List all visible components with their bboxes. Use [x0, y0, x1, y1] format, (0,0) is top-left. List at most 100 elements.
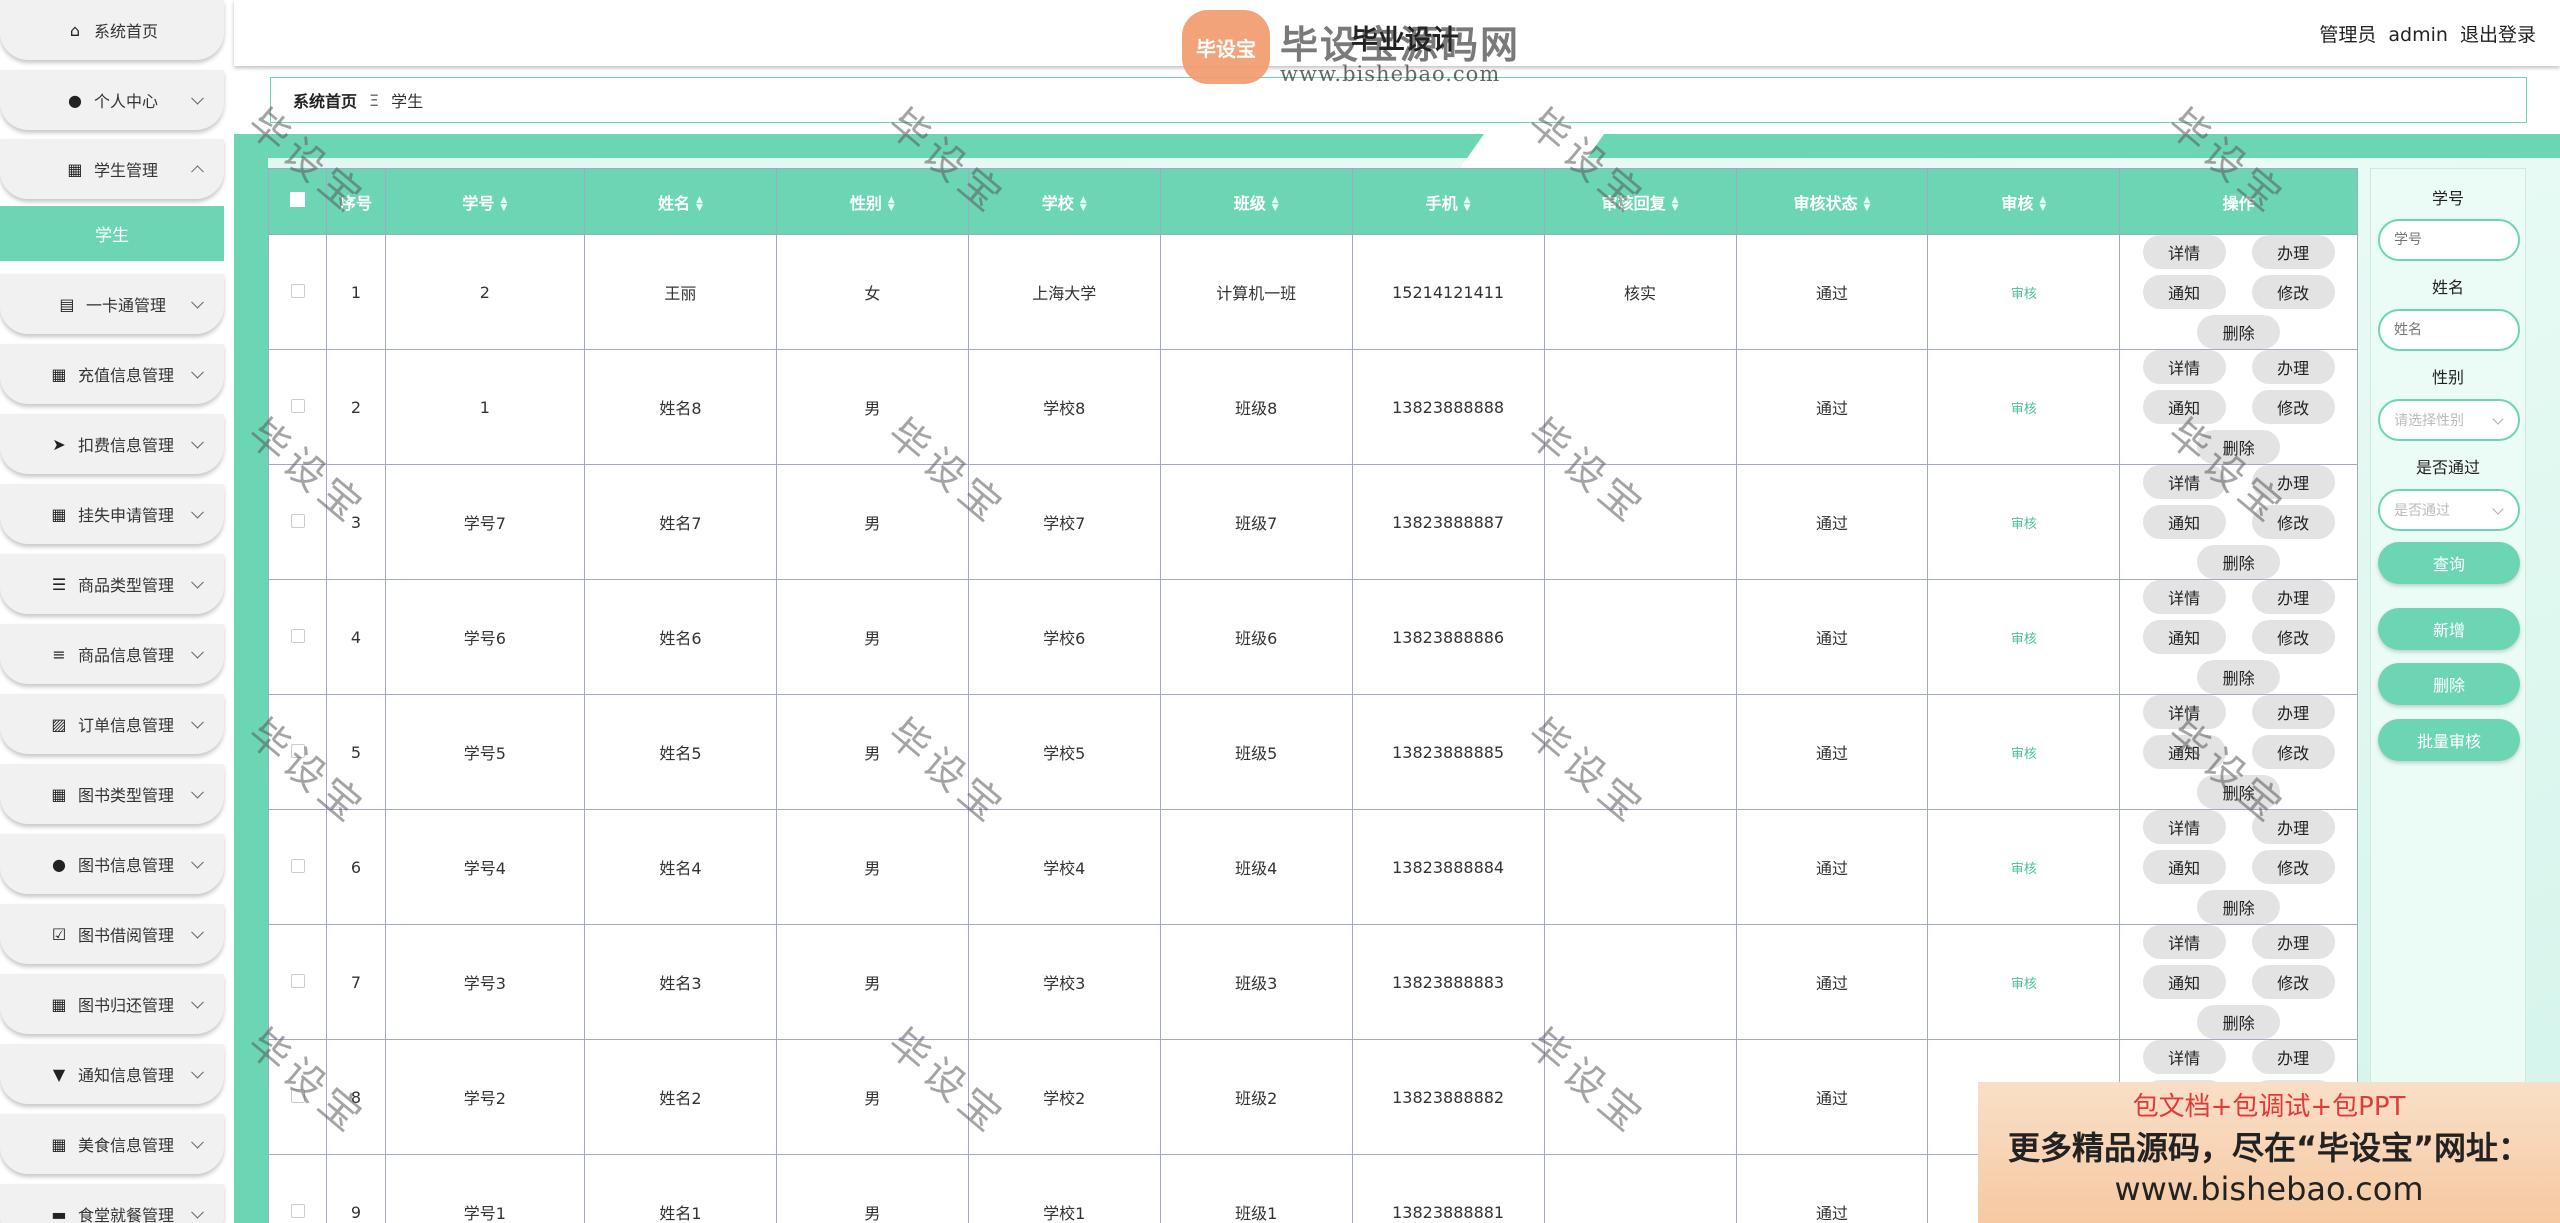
gender-select[interactable]: 请选择性别 — [2378, 399, 2520, 441]
sort-icon[interactable]: ▲ ▼ — [1272, 196, 1279, 213]
column-header-3[interactable]: 姓名 ▲ ▼ — [583, 168, 777, 235]
row-checkbox[interactable] — [290, 628, 305, 643]
row-checkbox-cell[interactable] — [267, 1039, 328, 1155]
audit-link[interactable]: 审核 — [2011, 977, 2037, 992]
row-checkbox[interactable] — [290, 513, 305, 528]
sidebar-item-6[interactable]: ➤ 扣费信息管理 — [0, 414, 224, 474]
row-checkbox[interactable] — [290, 1088, 305, 1103]
delete-row-button[interactable]: 删除 — [2197, 1005, 2281, 1039]
delete-row-button[interactable]: 删除 — [2197, 890, 2281, 924]
column-header-6[interactable]: 班级 ▲ ▼ — [1159, 168, 1353, 235]
edit-button[interactable]: 修改 — [2251, 965, 2335, 999]
handle-button[interactable]: 办理 — [2251, 235, 2335, 269]
row-checkbox[interactable] — [290, 858, 305, 873]
add-button[interactable]: 新增 — [2378, 608, 2520, 650]
handle-button[interactable]: 办理 — [2251, 580, 2335, 614]
sort-icon[interactable]: ▲ ▼ — [1864, 196, 1871, 213]
edit-button[interactable]: 修改 — [2251, 275, 2335, 309]
batch-audit-button[interactable]: 批量审核 — [2378, 719, 2520, 761]
detail-button[interactable]: 详情 — [2142, 1040, 2226, 1074]
delete-row-button[interactable]: 删除 — [2197, 430, 2281, 464]
sidebar-item-1[interactable]: ⌂ 系统首页 — [0, 0, 224, 60]
row-checkbox[interactable] — [290, 1203, 305, 1218]
notify-button[interactable]: 通知 — [2142, 620, 2226, 654]
detail-button[interactable]: 详情 — [2142, 695, 2226, 729]
edit-button[interactable]: 修改 — [2251, 505, 2335, 539]
sidebar-item-15[interactable]: ▼ 通知信息管理 — [0, 1044, 224, 1104]
edit-button[interactable]: 修改 — [2251, 735, 2335, 769]
sid-input[interactable] — [2378, 219, 2520, 261]
sidebar-item-5[interactable]: ▦ 充值信息管理 — [0, 344, 224, 404]
row-checkbox-cell[interactable] — [267, 694, 328, 810]
sort-icon[interactable]: ▲ ▼ — [2039, 196, 2046, 213]
detail-button[interactable]: 详情 — [2142, 810, 2226, 844]
sidebar-item-14[interactable]: ▦ 图书归还管理 — [0, 974, 224, 1034]
sidebar-item-17[interactable]: ▬ 食堂就餐管理 — [0, 1184, 224, 1223]
row-checkbox-cell[interactable] — [267, 579, 328, 695]
notify-button[interactable]: 通知 — [2142, 735, 2226, 769]
row-checkbox-cell[interactable] — [267, 924, 328, 1040]
sidebar-item-4[interactable]: ▤ 一卡通管理 — [0, 274, 224, 334]
notify-button[interactable]: 通知 — [2142, 275, 2226, 309]
delete-row-button[interactable]: 删除 — [2197, 775, 2281, 809]
logout-link[interactable]: 退出登录 — [2460, 24, 2536, 46]
audit-link[interactable]: 审核 — [2011, 402, 2037, 417]
pass-select[interactable]: 是否通过 — [2378, 489, 2520, 531]
audit-link[interactable]: 审核 — [2011, 862, 2037, 877]
sidebar-item-13[interactable]: ☑ 图书借阅管理 — [0, 904, 224, 964]
detail-button[interactable]: 详情 — [2142, 465, 2226, 499]
row-checkbox[interactable] — [290, 743, 305, 758]
audit-link[interactable]: 审核 — [2011, 287, 2037, 302]
sort-icon[interactable]: ▲ ▼ — [500, 196, 507, 213]
sort-icon[interactable]: ▲ ▼ — [1464, 196, 1471, 213]
row-checkbox-cell[interactable] — [267, 464, 328, 580]
audit-link[interactable]: 审核 — [2011, 632, 2037, 647]
name-input[interactable] — [2378, 309, 2520, 351]
handle-button[interactable]: 办理 — [2251, 810, 2335, 844]
edit-button[interactable]: 修改 — [2251, 390, 2335, 424]
select-all-checkbox[interactable] — [290, 192, 306, 207]
sidebar-item-9[interactable]: ≡ 商品信息管理 — [0, 624, 224, 684]
handle-button[interactable]: 办理 — [2251, 465, 2335, 499]
column-header-7[interactable]: 手机 ▲ ▼ — [1351, 168, 1545, 235]
select-all-checkbox-cell[interactable] — [267, 168, 328, 235]
sidebar-subitem-student[interactable]: 学生 — [0, 206, 224, 261]
sidebar-item-16[interactable]: ▦ 美食信息管理 — [0, 1114, 224, 1174]
sidebar-item-2[interactable]: ● 个人中心 — [0, 70, 224, 130]
detail-button[interactable]: 详情 — [2142, 580, 2226, 614]
breadcrumb-home[interactable]: 系统首页 — [293, 88, 357, 112]
audit-link[interactable]: 审核 — [2011, 747, 2037, 762]
row-checkbox[interactable] — [290, 283, 305, 298]
edit-button[interactable]: 修改 — [2251, 850, 2335, 884]
delete-row-button[interactable]: 删除 — [2197, 660, 2281, 694]
row-checkbox-cell[interactable] — [267, 809, 328, 925]
sort-icon[interactable]: ▲ ▼ — [696, 196, 703, 213]
delete-row-button[interactable]: 删除 — [2197, 315, 2281, 349]
delete-button[interactable]: 删除 — [2378, 663, 2520, 705]
sidebar-item-11[interactable]: ▦ 图书类型管理 — [0, 764, 224, 824]
row-checkbox[interactable] — [290, 973, 305, 988]
notify-button[interactable]: 通知 — [2142, 850, 2226, 884]
audit-link[interactable]: 审核 — [2011, 517, 2037, 532]
detail-button[interactable]: 详情 — [2142, 925, 2226, 959]
delete-row-button[interactable]: 删除 — [2197, 545, 2281, 579]
handle-button[interactable]: 办理 — [2251, 925, 2335, 959]
handle-button[interactable]: 办理 — [2251, 695, 2335, 729]
detail-button[interactable]: 详情 — [2142, 350, 2226, 384]
notify-button[interactable]: 通知 — [2142, 505, 2226, 539]
notify-button[interactable]: 通知 — [2142, 965, 2226, 999]
column-header-8[interactable]: 审核回复 ▲ ▼ — [1543, 168, 1737, 235]
edit-button[interactable]: 修改 — [2251, 620, 2335, 654]
column-header-9[interactable]: 审核状态 ▲ ▼ — [1735, 168, 1929, 235]
sidebar-item-8[interactable]: ☰ 商品类型管理 — [0, 554, 224, 614]
row-checkbox-cell[interactable] — [267, 234, 328, 350]
row-checkbox-cell[interactable] — [267, 1154, 328, 1223]
sidebar-item-7[interactable]: ▦ 挂失申请管理 — [0, 484, 224, 544]
column-header-10[interactable]: 审核 ▲ ▼ — [1927, 168, 2121, 235]
sort-icon[interactable]: ▲ ▼ — [888, 196, 895, 213]
notify-button[interactable]: 通知 — [2142, 390, 2226, 424]
column-header-2[interactable]: 学号 ▲ ▼ — [384, 168, 585, 235]
sidebar-item-3[interactable]: ▦ 学生管理 — [0, 139, 224, 199]
sidebar-item-10[interactable]: ▨ 订单信息管理 — [0, 694, 224, 754]
row-checkbox[interactable] — [290, 398, 305, 413]
